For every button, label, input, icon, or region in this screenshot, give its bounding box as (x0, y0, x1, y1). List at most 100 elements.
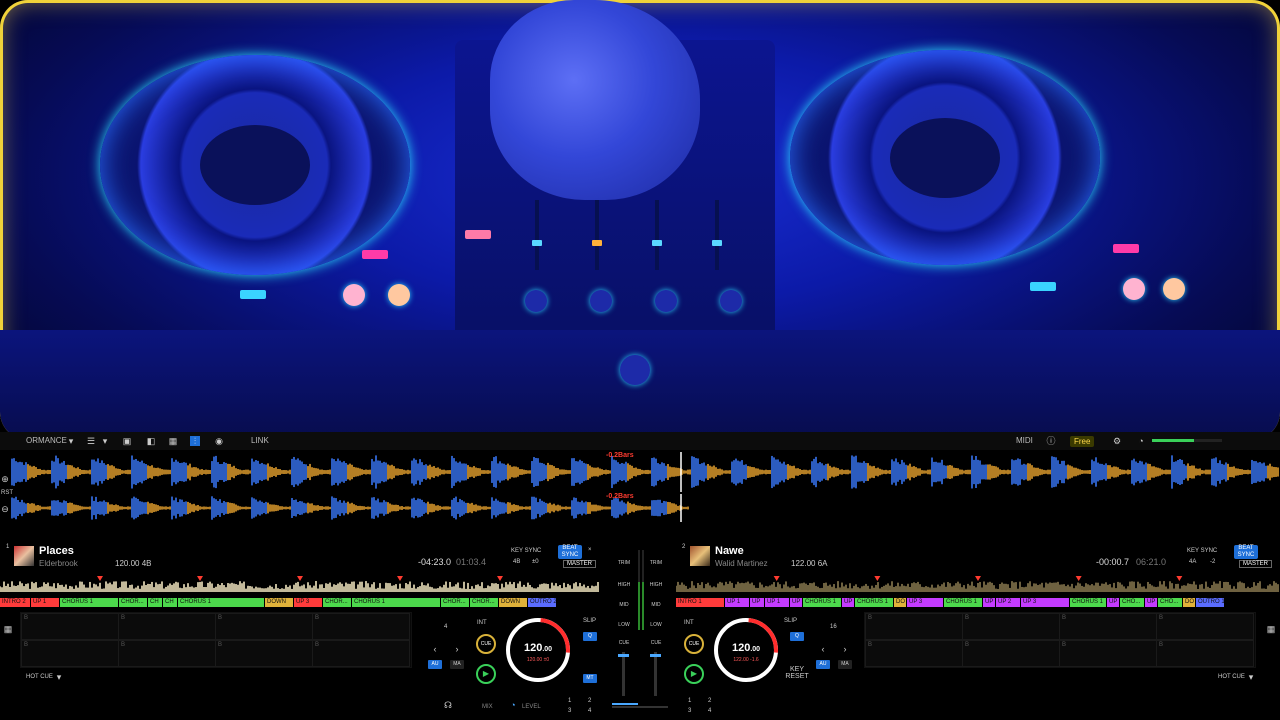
phrase-segment[interactable]: CH (163, 598, 177, 607)
key-sync-button[interactable]: KEY SYNC (511, 548, 541, 554)
mt-button[interactable]: MT (583, 674, 597, 683)
pad-1[interactable]: 1 (688, 698, 691, 704)
phrase-segment[interactable]: CHO... (1120, 598, 1144, 607)
beat-sync-button[interactable]: BEAT SYNC (1234, 545, 1258, 559)
phrase-segment[interactable]: DOWN (265, 598, 293, 607)
phrase-segment[interactable]: DO (894, 598, 906, 607)
hot-cue-pad[interactable]: B (1156, 613, 1254, 640)
hot-cue-pad[interactable]: B (1059, 613, 1157, 640)
int-button[interactable]: INT (477, 620, 487, 626)
phrase-segment[interactable]: OUTRO 1 (1196, 598, 1224, 607)
auto-button[interactable]: AU (428, 660, 442, 669)
phrase-segment[interactable]: CHORUS 1 (60, 598, 118, 607)
chevron-left-icon[interactable]: ‹ (430, 644, 440, 654)
master-tempo-button[interactable]: MA (838, 660, 852, 669)
hot-cue-pad[interactable]: B (1156, 640, 1254, 667)
beat-sync-button[interactable]: BEAT SYNC (558, 545, 582, 559)
midi-button[interactable]: MIDI (1016, 436, 1033, 445)
phrase-segment[interactable]: CHORUS 1 (1070, 598, 1106, 607)
chevron-down-icon[interactable]: ▾ (66, 436, 76, 446)
cue-button[interactable]: CUE (684, 634, 704, 654)
channel-fader-1[interactable] (618, 652, 629, 696)
beat-jump-count[interactable]: 16 (830, 624, 837, 630)
crossfader[interactable] (612, 703, 668, 708)
gear-icon[interactable]: ⚙ (1112, 436, 1122, 446)
phrase-segment[interactable]: UP (1107, 598, 1119, 607)
phrase-segment[interactable]: UP 1 (725, 598, 749, 607)
fx-icon[interactable]: ▣ (122, 436, 132, 446)
hot-cue-pad[interactable]: B (962, 613, 1060, 640)
pad-grid-icon[interactable]: ▦ (3, 624, 13, 634)
hot-cue-pad[interactable]: B (21, 613, 119, 640)
hot-cue-pad[interactable]: B (215, 640, 313, 667)
info-icon[interactable]: ⓘ (1046, 436, 1056, 446)
master-button[interactable]: MASTER (1239, 560, 1273, 568)
chevron-down-icon[interactable]: ▾ (100, 436, 110, 446)
jog-platter[interactable]: 120.00 122.00 -1.6 (700, 604, 792, 696)
jog-platter[interactable]: 120.00 120.00 ±0 (492, 604, 584, 696)
hot-cue-selector[interactable]: HOT CUE (1218, 674, 1245, 680)
chevron-down-icon[interactable]: ▾ (54, 672, 64, 682)
phrase-segment[interactable]: UP (750, 598, 764, 607)
chevron-down-icon[interactable]: ▾ (1246, 672, 1256, 682)
key-reset-button[interactable]: KEY RESET (784, 666, 810, 680)
hot-cue-pad[interactable]: B (118, 640, 216, 667)
mixer-icon[interactable]: ⫶ (190, 436, 200, 446)
phrase-segment[interactable]: CHOR... (470, 598, 498, 607)
phrase-segment[interactable]: UP 2 (996, 598, 1020, 607)
waveform-deck2[interactable]: ⊖ -0.2Bars (0, 493, 1280, 522)
phrase-segment[interactable]: INTRO 2 (0, 598, 30, 607)
hot-cue-pad[interactable]: B (118, 613, 216, 640)
hot-cue-pad[interactable]: B (1059, 640, 1157, 667)
hot-cue-pad[interactable]: B (865, 640, 963, 667)
channel-fader-2[interactable] (650, 652, 661, 696)
master-tempo-button[interactable]: MA (450, 660, 464, 669)
phrase-segment[interactable]: UP 3 (294, 598, 322, 607)
phrase-segment[interactable]: UP (983, 598, 995, 607)
phrase-segment[interactable]: UP 1 (31, 598, 59, 607)
quantize-button[interactable]: Q (583, 632, 597, 641)
phrase-segment[interactable]: CHOR... (119, 598, 147, 607)
cue-label[interactable]: CUE (616, 640, 632, 646)
grid-icon[interactable]: ▦ (168, 436, 178, 446)
phrase-segment[interactable]: DO (1183, 598, 1195, 607)
phrase-segment[interactable]: CHO... (1158, 598, 1182, 607)
pad-2[interactable]: 2 (588, 698, 591, 704)
level-knob-icon[interactable]: ◔ (508, 700, 518, 710)
phrase-segment[interactable]: UP (790, 598, 802, 607)
auto-button[interactable]: AU (816, 660, 830, 669)
phrase-segment[interactable]: UP (842, 598, 854, 607)
hot-cue-pad[interactable]: B (865, 613, 963, 640)
int-button[interactable]: INT (684, 620, 694, 626)
beat-jump-count[interactable]: 4 (444, 624, 447, 630)
pad-2[interactable]: 2 (708, 698, 711, 704)
pad-3[interactable]: 3 (568, 708, 571, 714)
phrase-segment[interactable]: DOWN (499, 598, 527, 607)
phrase-segment[interactable]: UP 1 (765, 598, 789, 607)
master-button[interactable]: MASTER (563, 560, 597, 568)
phrase-segment[interactable]: CHORUS 1 (855, 598, 893, 607)
chevron-left-icon[interactable]: ‹ (818, 644, 828, 654)
phrase-segment[interactable]: CH (148, 598, 162, 607)
zoom-out-icon[interactable]: ⊖ (0, 504, 10, 514)
zoom-in-icon[interactable]: ⊕ (0, 474, 10, 484)
close-deck-button[interactable]: × (588, 547, 592, 553)
phrase-segment[interactable]: CHORUS 1 (944, 598, 982, 607)
pad-4[interactable]: 4 (588, 708, 591, 714)
slip-button[interactable]: SLIP (583, 618, 596, 624)
phrase-segment[interactable]: CHORUS 1 (178, 598, 264, 607)
hot-cue-pad[interactable]: B (312, 640, 410, 667)
plan-badge[interactable]: Free (1070, 436, 1095, 447)
headphones-icon[interactable]: ☊ (443, 700, 453, 710)
phrase-segment[interactable]: CHORUS 1 (803, 598, 841, 607)
phrase-segment[interactable]: OUTRO 2 (528, 598, 556, 607)
phrase-segment[interactable]: CHORUS 1 (352, 598, 440, 607)
slip-button[interactable]: SLIP (784, 618, 797, 624)
track-overview[interactable] (676, 574, 1280, 596)
hot-cue-pad[interactable]: B (962, 640, 1060, 667)
phrase-segment[interactable]: CHOR... (323, 598, 351, 607)
hot-cue-pad[interactable]: B (215, 613, 313, 640)
phrase-segment[interactable]: CHOR... (441, 598, 469, 607)
mode-selector[interactable]: ORMANCE (26, 436, 67, 445)
track-overview[interactable] (0, 574, 600, 596)
